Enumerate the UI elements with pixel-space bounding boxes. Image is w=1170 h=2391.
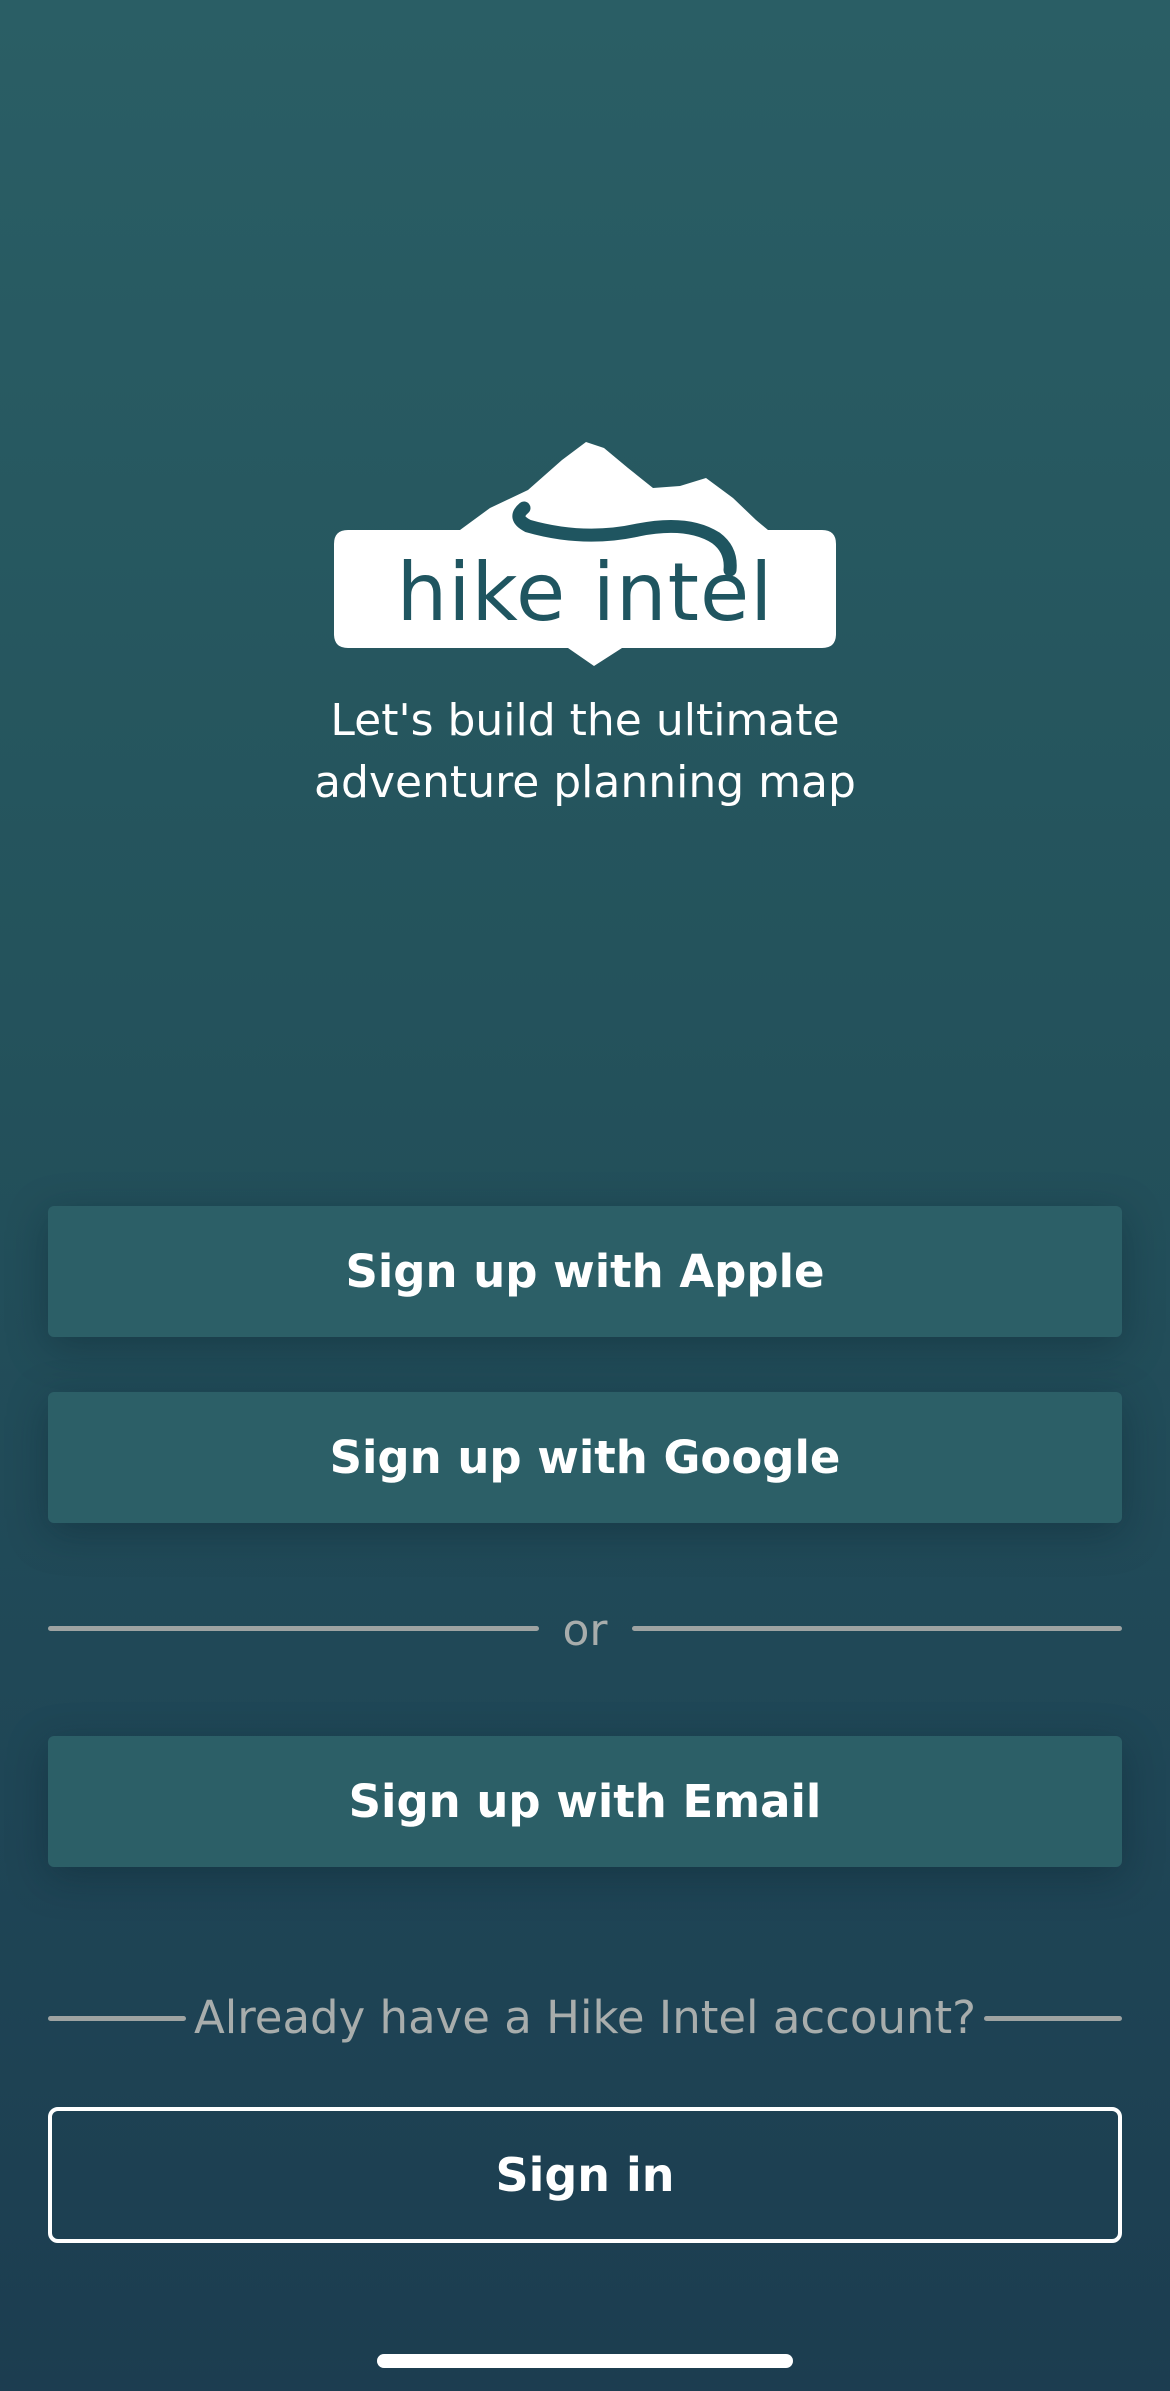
account-divider-left: [48, 2016, 186, 2021]
sign-up-with-email-button[interactable]: Sign up with Email: [48, 1736, 1122, 1867]
sign-up-with-google-button[interactable]: Sign up with Google: [48, 1392, 1122, 1523]
sign-up-with-apple-label: Sign up with Apple: [345, 1245, 825, 1298]
sign-in-label: Sign in: [495, 2148, 675, 2202]
home-indicator[interactable]: [377, 2354, 793, 2368]
sign-up-with-email-label: Sign up with Email: [348, 1775, 822, 1828]
tagline: Let's build the ultimate adventure plann…: [185, 690, 985, 814]
or-divider-left: [48, 1626, 539, 1631]
or-divider-right: [632, 1626, 1122, 1631]
sign-in-button[interactable]: Sign in: [48, 2107, 1122, 2243]
tagline-line-1: Let's build the ultimate: [330, 695, 840, 746]
sign-up-with-apple-button[interactable]: Sign up with Apple: [48, 1206, 1122, 1337]
tagline-line-2: adventure planning map: [314, 757, 856, 808]
hike-intel-logo: hike intel: [328, 438, 842, 668]
account-divider-right: [984, 2016, 1122, 2021]
sign-up-with-google-label: Sign up with Google: [329, 1431, 841, 1484]
logo-wordmark: hike intel: [397, 546, 774, 639]
already-have-account-text: Already have a Hike Intel account?: [193, 1991, 977, 2044]
or-separator-label: or: [562, 1605, 608, 1656]
